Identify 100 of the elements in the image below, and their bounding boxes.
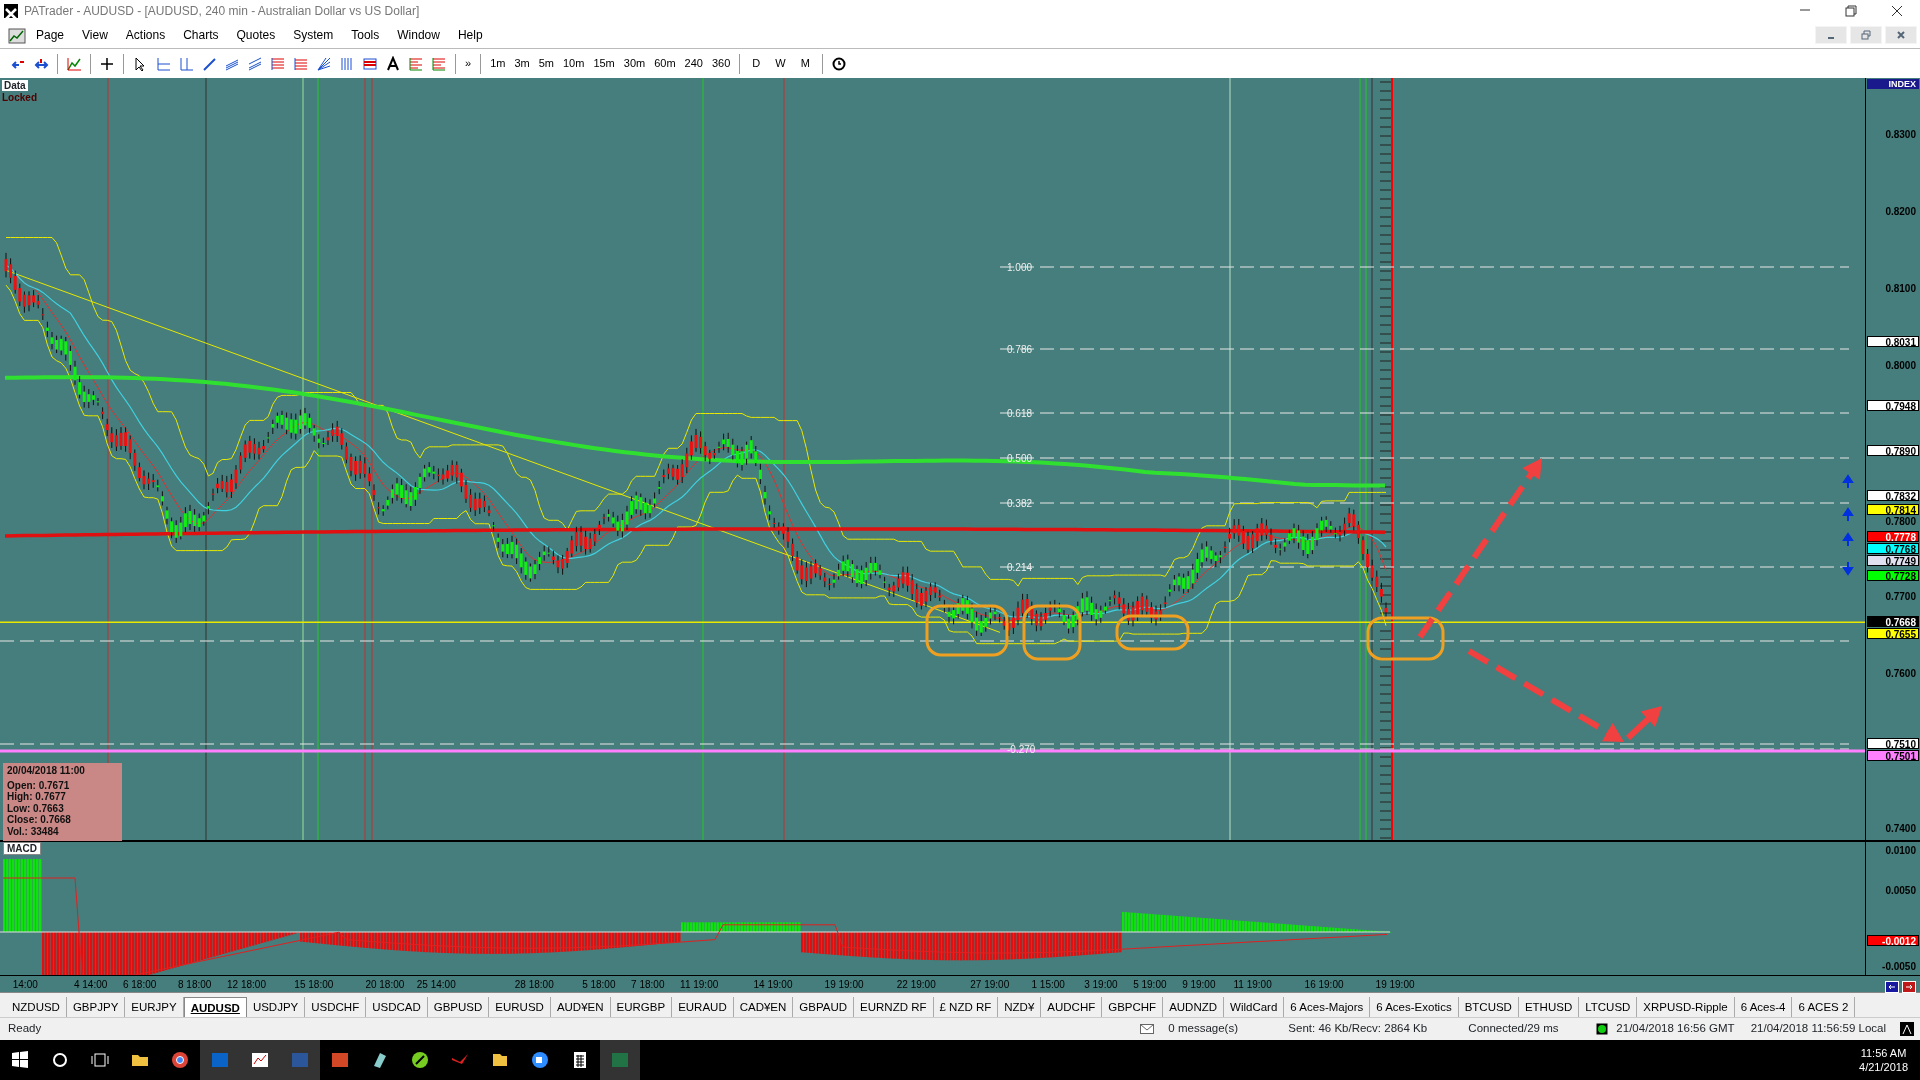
price-tick: 0.7800 [1884, 516, 1917, 527]
price-tick: 0.8000 [1884, 360, 1917, 371]
messages-status: 0 message(s) [1167, 1021, 1240, 1037]
timeframe-button[interactable]: 240 [681, 55, 706, 72]
timeframe-button[interactable]: 3m [511, 55, 533, 72]
time-label: 16 19:00 [1304, 978, 1344, 992]
chart-icon [8, 26, 26, 44]
arrow-icon [1843, 561, 1853, 576]
time-label: 25 14:00 [416, 978, 456, 992]
menu-item[interactable]: Tools [343, 24, 388, 46]
price-marker: 0.7728 [1867, 570, 1919, 581]
clock-date: 4/21/2018 [1859, 1060, 1908, 1074]
time-label: 19 19:00 [1375, 978, 1415, 992]
time-label: 5 19:00 [1133, 978, 1167, 992]
menu-item[interactable]: Help [449, 24, 491, 46]
price-tick: 0.7700 [1884, 591, 1917, 602]
menu-item[interactable]: Charts [175, 24, 227, 46]
locked-label: Locked [2, 92, 37, 103]
fibonacci-level-label: 0.618 [1007, 408, 1033, 419]
menu-item[interactable]: View [74, 24, 116, 46]
time-label: 8 18:00 [178, 978, 212, 992]
time-label: 7 18:00 [631, 978, 665, 992]
fibonacci-level-label: 0.786 [1007, 344, 1033, 355]
more-button[interactable]: » [462, 55, 475, 72]
time-label: 11 19:00 [1233, 978, 1272, 992]
menu-item[interactable]: Window [389, 24, 448, 46]
time-label: 3 19:00 [1084, 978, 1118, 992]
price-marker: 0.7655 [1867, 628, 1919, 639]
app-logo-icon [4, 4, 18, 18]
period-button[interactable]: D [746, 55, 767, 72]
fibonacci-level-label: -0.270 [1007, 744, 1036, 755]
period-button[interactable]: W [769, 55, 792, 72]
timeframe-button[interactable]: 15m [590, 55, 618, 72]
price-tick: 0.8200 [1884, 206, 1917, 217]
price-marker: 0.7768 [1867, 543, 1919, 554]
time-label: 4 14:00 [73, 978, 108, 992]
price-marker: 0.7832 [1867, 490, 1919, 501]
price-marker: 0.8031 [1867, 336, 1919, 347]
price-marker: 0.7510 [1867, 738, 1919, 749]
price-tick: 0.7400 [1884, 823, 1917, 834]
time-label: 27 19:00 [970, 978, 1010, 992]
time-label: 12 18:00 [227, 978, 266, 992]
time-label: 15 18:00 [294, 978, 334, 992]
timeframe-button[interactable]: 60m [651, 55, 679, 72]
fibonacci-level-label: 0.382 [1007, 498, 1033, 509]
info-line: Vol.: 33484 [7, 825, 60, 837]
status-text: Ready [7, 1021, 43, 1037]
macd-tick: 0.0050 [1884, 885, 1917, 896]
price-tick: 0.8100 [1884, 283, 1917, 294]
menu-item[interactable]: Page [28, 24, 73, 46]
info-line: Open: 0.7671 [7, 779, 71, 791]
info-line: Low: 0.7663 [7, 802, 65, 814]
time-label: 1 15:00 [1031, 978, 1065, 992]
menu-item[interactable]: Actions [117, 24, 174, 46]
price-marker: 0.7501 [1867, 750, 1919, 761]
arrow [1625, 706, 1662, 741]
clock-time: 11:56 AM [1859, 1046, 1908, 1060]
time-label: 11 19:00 [680, 978, 719, 992]
macd-tick: -0.0050 [1881, 961, 1917, 972]
timeframe-button[interactable]: 5m [535, 55, 557, 72]
timeframe-button[interactable]: 360 [708, 55, 734, 72]
price-tick: 0.8300 [1884, 129, 1917, 140]
index-label: INDEX [1867, 79, 1919, 89]
time-label: 19 19:00 [824, 978, 864, 992]
timeframe-button[interactable]: 1m [487, 55, 509, 72]
fibonacci-level-label: 1.000 [1007, 262, 1033, 273]
time-label: 20 18:00 [365, 978, 405, 992]
menu-item[interactable]: System [285, 24, 342, 46]
fibonacci-level-label: 0.214 [1007, 562, 1033, 573]
time-label: 14:00 [12, 978, 38, 992]
timeframe-button[interactable]: 10m [559, 55, 588, 72]
window-title: PATrader - AUDUSD - [AUDUSD, 240 min - Australian Dollar vs US Dollar] [24, 3, 420, 20]
time-label: 22 19:00 [896, 978, 936, 992]
arrow-icon [1843, 474, 1853, 489]
price-tick: 0.7600 [1884, 668, 1917, 679]
close-icon[interactable] [1885, 26, 1917, 44]
period-button[interactable]: M [794, 55, 816, 72]
time-label: 14 19:00 [753, 978, 793, 992]
time-label: 9 19:00 [1182, 978, 1216, 992]
time-label: 6 18:00 [122, 978, 157, 992]
symbol-tab[interactable]: AUDUSD [183, 997, 247, 1017]
info-line: High: 0.7677 [7, 791, 67, 803]
info-date: 20/04/2018 11:00 [7, 765, 86, 777]
menu-item[interactable]: Quotes [228, 24, 284, 46]
time-label: 5 18:00 [582, 978, 616, 992]
traffic-status: Sent: 46 Kb/Recv: 2864 Kb [1287, 1021, 1429, 1037]
price-marker: 0.7948 [1867, 400, 1919, 411]
macd-tick: 0.0100 [1884, 845, 1917, 856]
price-marker: 0.7778 [1867, 531, 1919, 542]
price-marker: 0.7749 [1867, 555, 1919, 566]
price-marker: 0.7668 [1867, 616, 1919, 627]
arrow-icon [1843, 532, 1853, 547]
time-label: 28 18:00 [514, 978, 554, 992]
fibonacci-level-label: 0.500 [1007, 453, 1033, 464]
macd-label: MACD [3, 842, 41, 855]
timeframe-button[interactable]: 30m [620, 55, 649, 72]
arrow-icon [1843, 507, 1853, 522]
price-marker: 0.7890 [1867, 445, 1919, 456]
gmt-time: 21/04/2018 16:56 GMT [1615, 1021, 1736, 1037]
data-label: Data [2, 80, 28, 91]
